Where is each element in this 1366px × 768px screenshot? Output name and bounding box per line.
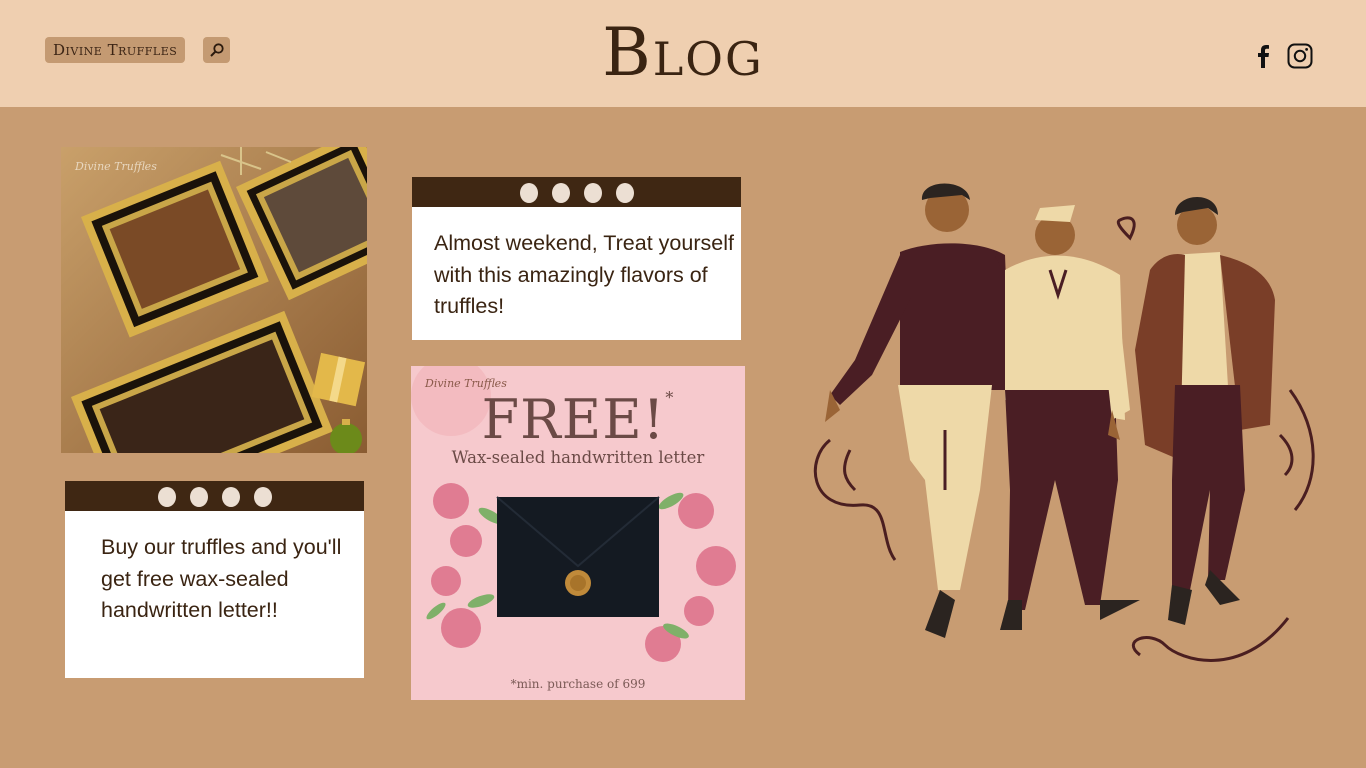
blog-note-card-weekend[interactable]: Almost weekend, Treat yourself with this… xyxy=(412,177,741,340)
note-header-bar xyxy=(65,481,364,511)
photo-watermark-logo: Divine Truffles xyxy=(75,160,157,173)
binder-hole xyxy=(519,183,538,203)
friends-illustration xyxy=(800,160,1340,700)
truffle-boxes-photo[interactable]: Divine Truffles xyxy=(61,147,367,453)
facebook-icon xyxy=(1258,45,1269,68)
promo-headline: FREE!* xyxy=(481,388,675,451)
promo-fine-print: *min. purchase of 699 xyxy=(510,677,646,691)
note-header-bar xyxy=(412,177,741,207)
promo-subtitle: Wax-sealed handwritten letter xyxy=(451,448,705,467)
binder-hole xyxy=(583,183,602,203)
binder-hole xyxy=(551,183,570,203)
blog-note-card-free-letter[interactable]: Buy our truffles and you'll get free wax… xyxy=(65,481,364,678)
note-text: Almost weekend, Treat yourself with this… xyxy=(434,231,734,318)
truffle-boxes-illustration xyxy=(61,147,367,453)
binder-hole xyxy=(189,487,208,507)
free-letter-promo-card[interactable]: Divine Truffles FREE!* Wax-sealed handwr… xyxy=(411,366,745,700)
binder-hole xyxy=(221,487,240,507)
page-title: Blog xyxy=(602,14,764,91)
instagram-icon xyxy=(1287,43,1313,69)
binder-hole xyxy=(157,487,176,507)
binder-hole xyxy=(615,183,634,203)
binder-hole xyxy=(253,487,272,507)
instagram-link[interactable] xyxy=(1287,43,1313,69)
note-text: Buy our truffles and you'll get free wax… xyxy=(101,535,342,622)
site-header: Divine Truffles Blog xyxy=(0,0,1366,107)
facebook-link[interactable] xyxy=(1250,43,1276,69)
